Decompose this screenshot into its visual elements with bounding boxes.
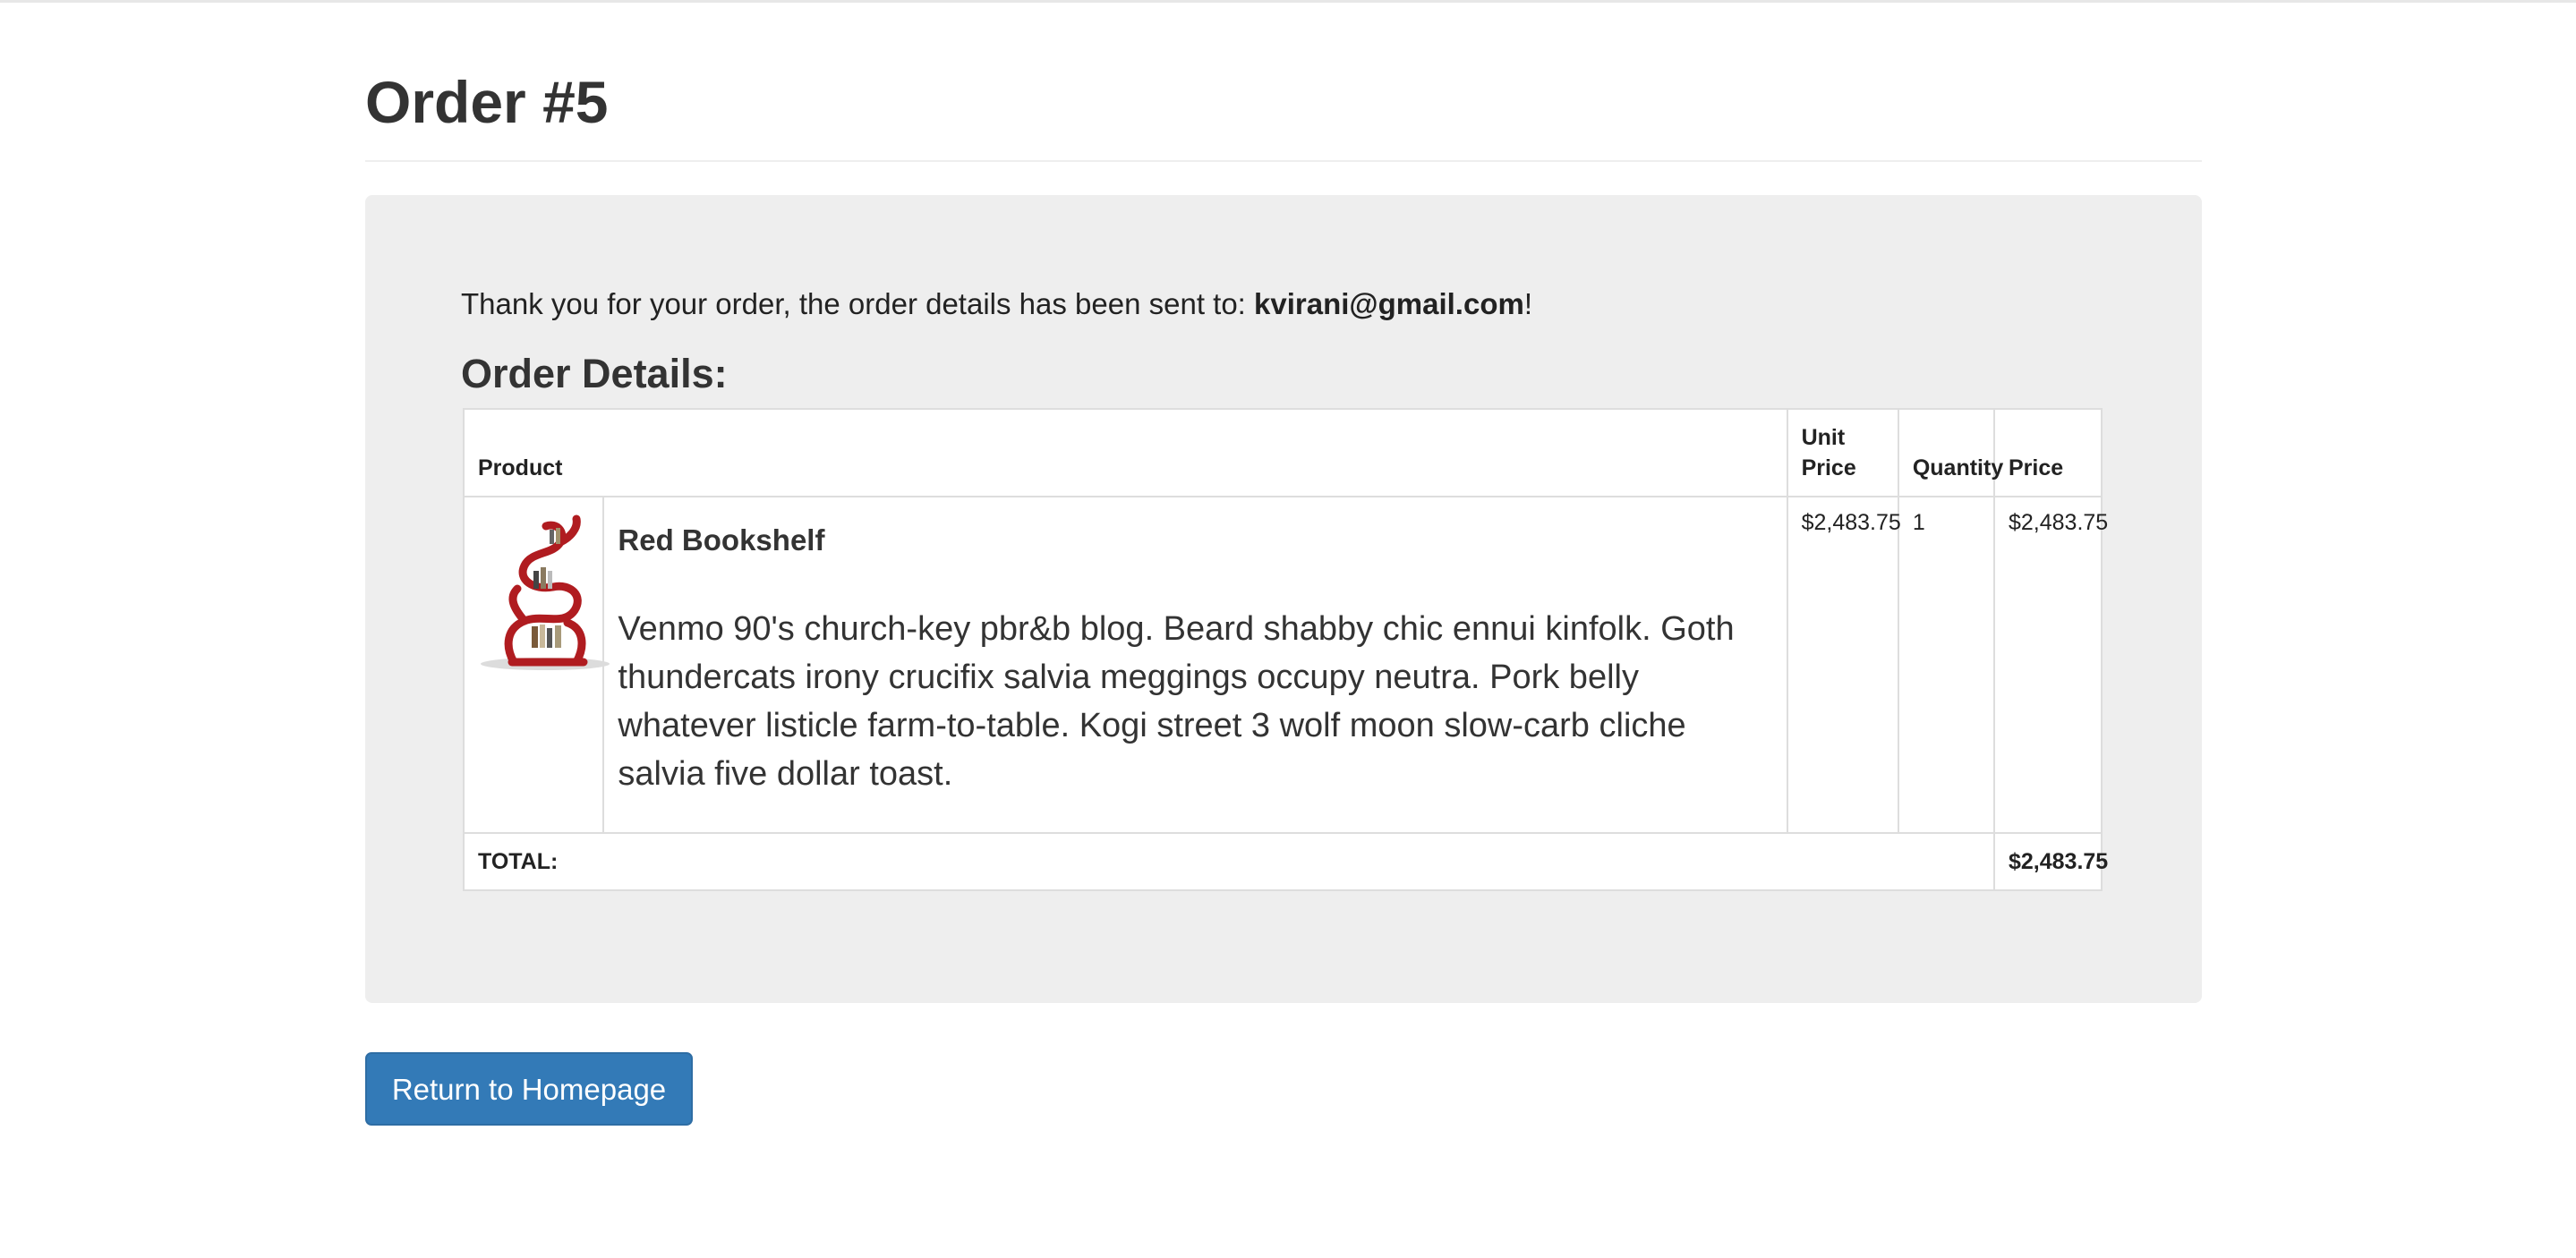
- bookshelf-image: [481, 514, 610, 670]
- total-value: $2,483.75: [1992, 832, 2108, 891]
- product-description: Venmo 90's church-key pbr&b blog. Beard …: [618, 610, 1735, 793]
- confirmation-prefix: Thank you for your order, the order deta…: [461, 287, 1255, 320]
- header-unit-price: Unit Price: [1786, 408, 1899, 497]
- table-header-row: Product Unit Price Quantity Price: [463, 408, 2103, 497]
- confirmation-suffix: !: [1523, 287, 1532, 320]
- product-name: Red Bookshelf: [618, 523, 825, 557]
- order-table: Product Unit Price Quantity Price Red Bo…: [462, 408, 2108, 891]
- order-details-heading: Order Details:: [461, 351, 728, 396]
- quantity-cell: 1: [1897, 496, 1995, 834]
- top-border: [0, 0, 2576, 3]
- product-info-cell: Red Bookshelf Venmo 90's church-key pbr&…: [602, 496, 1788, 834]
- product-image-cell: [462, 496, 610, 834]
- title-divider: [365, 160, 2202, 162]
- total-row: TOTAL: $2,483.75: [463, 832, 2108, 891]
- table-row: Red Bookshelf Venmo 90's church-key pbr&…: [462, 496, 2108, 834]
- total-label: TOTAL:: [463, 832, 1995, 891]
- unit-price-cell: $2,483.75: [1786, 496, 1901, 834]
- header-quantity: Quantity: [1897, 408, 2003, 497]
- return-to-homepage-button[interactable]: Return to Homepage: [365, 1052, 693, 1126]
- header-product: Product: [463, 408, 1788, 497]
- header-price: Price: [1992, 408, 2103, 497]
- confirmation-email: kvirani@gmail.com: [1254, 287, 1524, 320]
- price-cell: $2,483.75: [1992, 496, 2108, 834]
- confirmation-message: Thank you for your order, the order deta…: [461, 285, 1532, 324]
- order-summary-panel: Thank you for your order, the order deta…: [365, 195, 2202, 1003]
- page-title: Order #5: [365, 69, 609, 135]
